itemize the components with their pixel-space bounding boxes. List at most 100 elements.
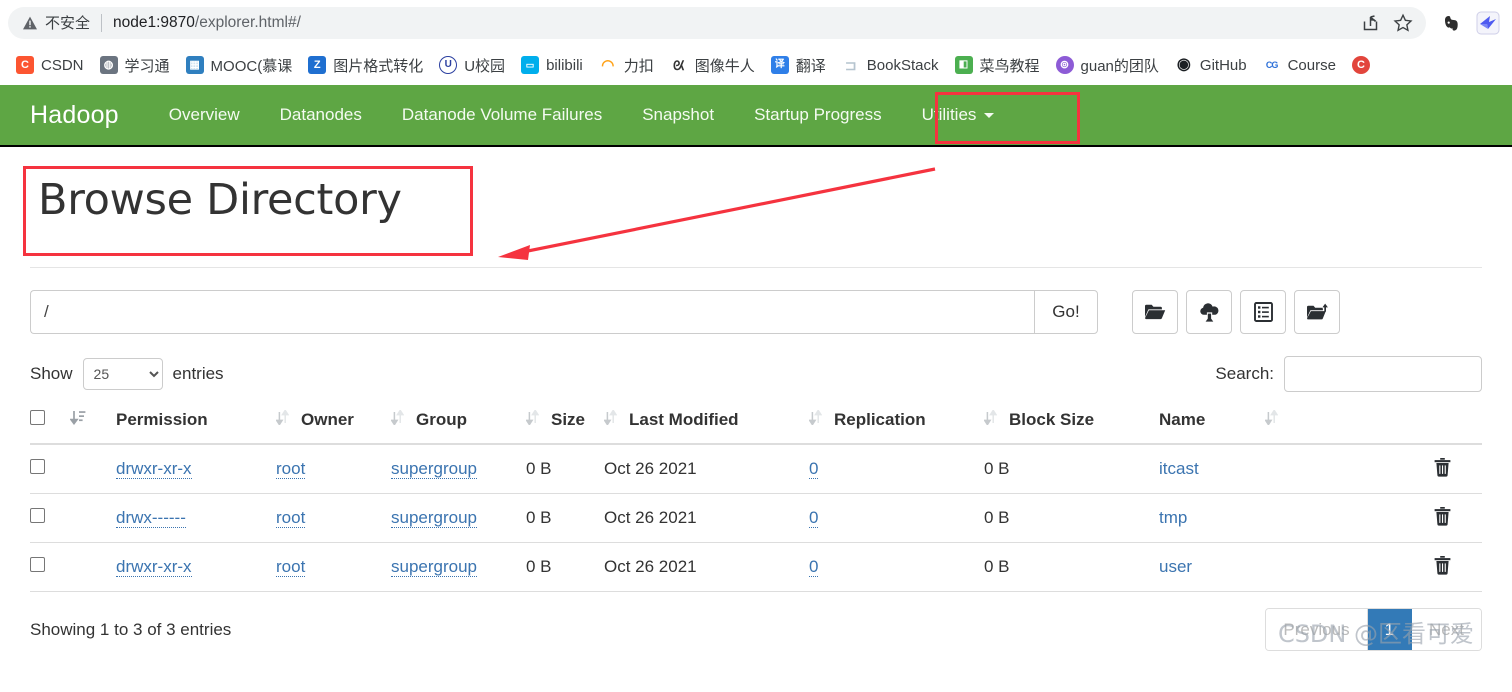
nav-utilities[interactable]: Utilities bbox=[902, 84, 1015, 146]
nav-datanode-volume-failures[interactable]: Datanode Volume Failures bbox=[382, 84, 622, 146]
bookmark-label: 菜鸟教程 bbox=[979, 57, 1040, 75]
th-name[interactable]: Name bbox=[1159, 409, 1434, 445]
sort-updown-icon bbox=[983, 409, 998, 430]
th-replication[interactable]: Replication bbox=[808, 409, 984, 445]
th-permission[interactable]: Permission bbox=[116, 410, 276, 445]
th-group[interactable]: Group bbox=[390, 409, 526, 445]
bookmark-label: 力扣 bbox=[623, 57, 654, 75]
replication-link[interactable]: 0 bbox=[809, 508, 819, 528]
bookmark-label: 翻译 bbox=[795, 57, 826, 75]
address-bar[interactable]: 不安全 node1:9870/explorer.html#/ bbox=[8, 6, 1426, 39]
table-body: drwxr-xr-x root supergroup 0 B Oct 26 20… bbox=[30, 444, 1482, 592]
nav-startup-progress[interactable]: Startup Progress bbox=[734, 84, 902, 146]
th-block-size[interactable]: Block Size bbox=[983, 409, 1159, 445]
bookmark-item[interactable]: ◧ 菜鸟教程 bbox=[947, 51, 1048, 79]
trash-icon bbox=[1434, 507, 1451, 529]
group-link[interactable]: supergroup bbox=[391, 557, 478, 577]
path-input[interactable] bbox=[30, 290, 1034, 334]
cut-paste-button[interactable] bbox=[1294, 290, 1340, 334]
tuxiangniuren-icon: ᘡ bbox=[669, 56, 688, 74]
permission-link[interactable]: drwxr-xr-x bbox=[116, 557, 192, 577]
bookmark-item[interactable]: 译 翻译 bbox=[763, 51, 834, 79]
search-input[interactable] bbox=[1284, 356, 1482, 392]
bookmark-item[interactable]: ⊐ BookStack bbox=[834, 51, 947, 79]
select-all-checkbox[interactable] bbox=[30, 410, 45, 425]
nav-snapshot[interactable]: Snapshot bbox=[622, 84, 734, 146]
page-content: Browse Directory Go! bbox=[0, 147, 1512, 651]
show-entries-control: Show 25 50 100 entries bbox=[30, 358, 224, 390]
th-size[interactable]: Size bbox=[525, 409, 604, 445]
name-link[interactable]: tmp bbox=[1159, 508, 1187, 527]
bookmark-item[interactable]: ▭ bilibili bbox=[513, 51, 591, 79]
trash-icon bbox=[1434, 458, 1451, 480]
bookmark-item[interactable]: ◉ GitHub bbox=[1167, 51, 1255, 79]
name-link[interactable]: user bbox=[1159, 557, 1192, 576]
files-table: Permission Owner Group Size Last Modifie… bbox=[30, 409, 1482, 592]
bookmark-item[interactable]: ◠ 力扣 bbox=[591, 51, 662, 79]
bookmark-item[interactable]: ▦ MOOC(慕课 bbox=[178, 51, 301, 79]
star-icon[interactable] bbox=[1392, 12, 1414, 34]
cell-replication: 0 bbox=[809, 444, 984, 494]
group-link[interactable]: supergroup bbox=[391, 459, 478, 479]
entries-label: entries bbox=[172, 364, 224, 383]
replication-link[interactable]: 0 bbox=[809, 557, 819, 577]
row-checkbox[interactable] bbox=[30, 557, 45, 572]
delete-row-button[interactable] bbox=[1434, 458, 1451, 480]
sort-updown-icon bbox=[390, 409, 405, 430]
th-label: Name bbox=[1159, 410, 1206, 429]
entries-select[interactable]: 25 50 100 bbox=[82, 358, 163, 390]
owner-link[interactable]: root bbox=[276, 459, 306, 479]
name-link[interactable]: itcast bbox=[1159, 459, 1199, 478]
hadoop-brand[interactable]: Hadoop bbox=[30, 101, 119, 130]
upload-file-button[interactable] bbox=[1186, 290, 1232, 334]
next-page-button[interactable]: Next bbox=[1412, 609, 1481, 650]
th-label: Owner bbox=[301, 410, 354, 429]
th-label: Group bbox=[416, 410, 467, 429]
cell-size: 0 B bbox=[526, 542, 604, 592]
bookmark-item-partial[interactable]: C bbox=[1344, 51, 1385, 79]
nav-label: Startup Progress bbox=[754, 105, 882, 124]
nav-overview[interactable]: Overview bbox=[149, 84, 260, 146]
owner-link[interactable]: root bbox=[276, 557, 306, 577]
evernote-extension-icon[interactable] bbox=[1440, 11, 1464, 35]
delete-row-button[interactable] bbox=[1434, 556, 1451, 578]
share-icon[interactable] bbox=[1360, 12, 1382, 34]
permission-link[interactable]: drwxr-xr-x bbox=[116, 459, 192, 479]
cell-actions bbox=[1434, 444, 1482, 494]
owner-link[interactable]: root bbox=[276, 508, 306, 528]
th-last-modified[interactable]: Last Modified bbox=[603, 409, 809, 445]
nav-items: Overview Datanodes Datanode Volume Failu… bbox=[149, 84, 1015, 146]
bird-extension-icon[interactable] bbox=[1476, 11, 1500, 35]
row-checkbox[interactable] bbox=[30, 508, 45, 523]
th-sort-order[interactable] bbox=[69, 410, 116, 445]
bookmark-item[interactable]: C CSDN bbox=[8, 51, 92, 79]
cell-group: supergroup bbox=[391, 493, 526, 543]
bookmark-item[interactable]: CG Course bbox=[1255, 51, 1344, 79]
bookmark-item[interactable]: ◍ 学习通 bbox=[92, 51, 178, 79]
permission-link[interactable]: drwx------ bbox=[116, 508, 186, 528]
url-text: node1:9870/explorer.html#/ bbox=[113, 14, 1360, 32]
previous-page-button[interactable]: Previous bbox=[1266, 609, 1368, 650]
th-owner[interactable]: Owner bbox=[275, 409, 391, 445]
leetcode-icon: ◠ bbox=[598, 56, 617, 74]
bookmark-label: 图像牛人 bbox=[694, 57, 755, 75]
bookmark-item[interactable]: ᘡ 图像牛人 bbox=[662, 51, 763, 79]
group-link[interactable]: supergroup bbox=[391, 508, 478, 528]
page-number-1[interactable]: 1 bbox=[1367, 609, 1413, 650]
omnibox-row: 不安全 node1:9870/explorer.html#/ bbox=[0, 0, 1512, 45]
nav-datanodes[interactable]: Datanodes bbox=[260, 84, 382, 146]
delete-row-button[interactable] bbox=[1434, 507, 1451, 529]
go-button[interactable]: Go! bbox=[1034, 290, 1098, 334]
bookmark-item[interactable]: U U校园 bbox=[431, 51, 513, 79]
bookmark-label: Course bbox=[1287, 56, 1336, 74]
replication-link[interactable]: 0 bbox=[809, 459, 819, 479]
bookmark-item[interactable]: Z 图片格式转化 bbox=[300, 51, 431, 79]
nav-label: Utilities bbox=[921, 105, 977, 124]
cell-size: 0 B bbox=[526, 493, 604, 543]
cell-block-size: 0 B bbox=[984, 493, 1159, 543]
bookmark-item[interactable]: ⊚ guan的团队 bbox=[1048, 51, 1167, 79]
sort-amount-icon bbox=[69, 410, 86, 429]
snapshot-list-button[interactable] bbox=[1240, 290, 1286, 334]
row-checkbox[interactable] bbox=[30, 459, 45, 474]
create-directory-button[interactable] bbox=[1132, 290, 1178, 334]
